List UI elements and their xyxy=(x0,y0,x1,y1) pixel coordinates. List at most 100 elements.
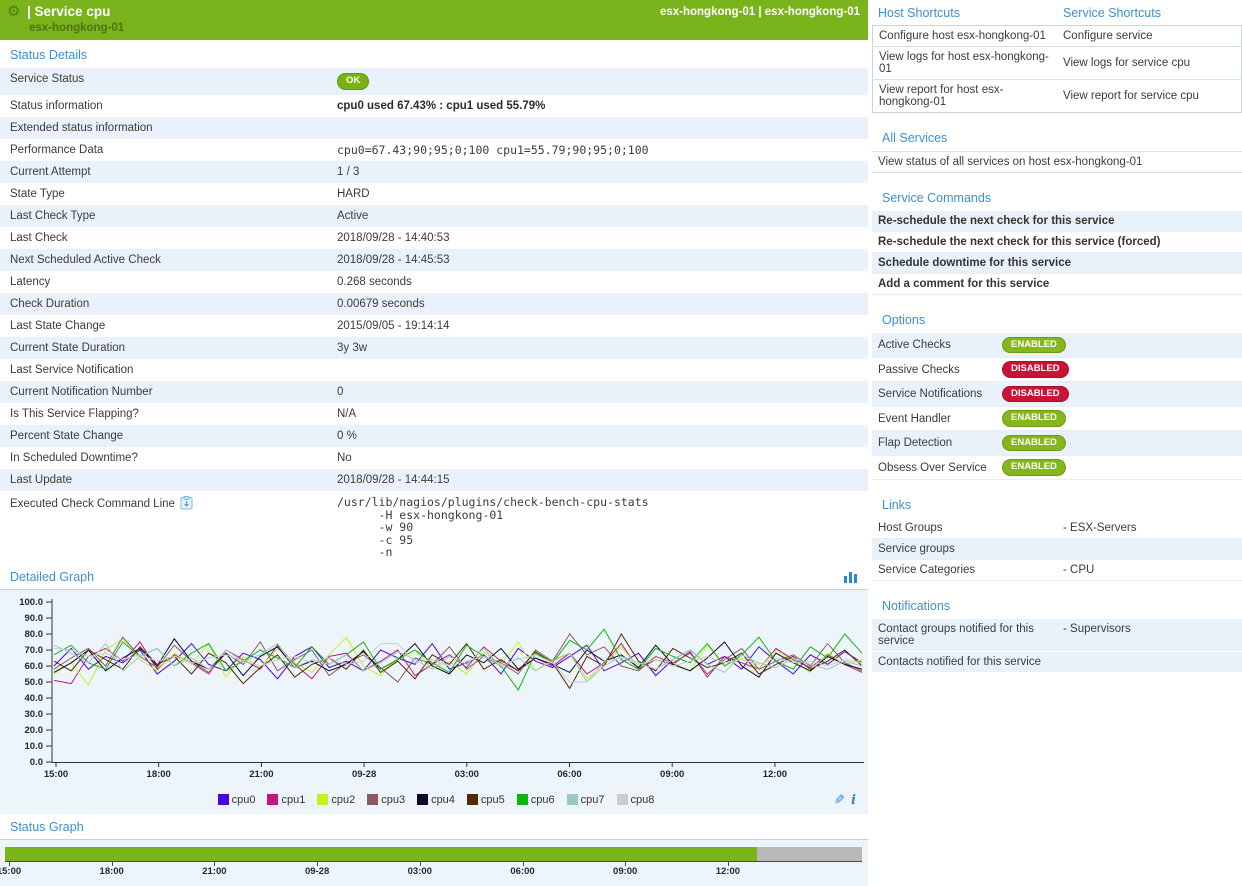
svg-text:80.0: 80.0 xyxy=(25,629,44,640)
service-commands-list: Re-schedule the next check for this serv… xyxy=(872,211,1242,295)
detailed-graph-header: Detailed Graph xyxy=(0,564,868,590)
service-command-link[interactable]: Schedule downtime for this service xyxy=(872,253,1242,274)
legend-icons: ✎i xyxy=(834,792,856,808)
pencil-icon[interactable]: ✎ xyxy=(834,792,845,808)
legend-item-cpu6: cpu6 xyxy=(517,794,555,806)
option-row: Flap DetectionENABLED xyxy=(872,431,1242,456)
svg-text:03:00: 03:00 xyxy=(455,769,479,780)
table-row: Configure host esx-hongkong-01Configure … xyxy=(873,26,1242,47)
row-label: Next Scheduled Active Check xyxy=(0,249,337,271)
service-shortcuts-title: Service Shortcuts xyxy=(1057,0,1242,25)
link-value[interactable]: - CPU xyxy=(1057,560,1242,580)
row-label: Last Check xyxy=(0,227,337,249)
option-row: Active ChecksENABLED xyxy=(872,333,1242,358)
main-panel: ⚙ | Service cpu esx-hongkong-01 esx-hong… xyxy=(0,0,868,886)
host-shortcut-link[interactable]: Configure host esx-hongkong-01 xyxy=(873,26,1058,47)
option-label: Event Handler xyxy=(872,407,1002,431)
row-label: Last Update xyxy=(0,469,337,491)
row-label: Is This Service Flapping? xyxy=(0,403,337,425)
row-label: Last Service Notification xyxy=(0,359,337,381)
axis-tick-label: 15:00 xyxy=(0,866,27,877)
command-label[interactable]: Add a comment for this service xyxy=(872,274,1055,294)
option-state-badge[interactable]: ENABLED xyxy=(1002,435,1066,452)
status-details-title: Status Details xyxy=(0,40,868,68)
gear-icon[interactable]: ⚙ xyxy=(7,4,20,19)
svg-text:30.0: 30.0 xyxy=(25,709,44,720)
svg-text:40.0: 40.0 xyxy=(25,693,44,704)
clipboard-copy-icon[interactable] xyxy=(180,496,193,513)
status-segment-ok xyxy=(5,847,757,861)
service-command-link[interactable]: Re-schedule the next check for this serv… xyxy=(872,232,1242,253)
table-row: Executed Check Command Line/usr/lib/nagi… xyxy=(0,491,868,564)
info-icon[interactable]: i xyxy=(851,793,856,808)
detailed-graph-title: Detailed Graph xyxy=(10,570,94,584)
row-value: No xyxy=(337,447,868,469)
option-state-badge[interactable]: ENABLED xyxy=(1002,337,1066,354)
table-row: Last Check TypeActive xyxy=(0,205,868,227)
row-label: Contacts notified for this service xyxy=(872,652,1057,672)
legend-label: cpu4 xyxy=(431,794,455,806)
svg-text:70.0: 70.0 xyxy=(25,645,44,656)
legend-swatch xyxy=(218,794,229,805)
option-row: Obsess Over ServiceENABLED xyxy=(872,456,1242,481)
row-value: /usr/lib/nagios/plugins/check-bench-cpu-… xyxy=(337,491,868,564)
option-label: Obsess Over Service xyxy=(872,456,1002,480)
legend-label: cpu3 xyxy=(381,794,405,806)
legend-swatch xyxy=(367,794,378,805)
row-label: Executed Check Command Line xyxy=(0,491,337,564)
row-value: 1 / 3 xyxy=(337,161,868,183)
option-state-badge[interactable]: ENABLED xyxy=(1002,459,1066,476)
row-label: Percent State Change xyxy=(0,425,337,447)
row-label: Performance Data xyxy=(0,139,337,162)
svg-text:100.0: 100.0 xyxy=(19,597,43,608)
command-label[interactable]: Re-schedule the next check for this serv… xyxy=(872,211,1120,231)
svg-text:20.0: 20.0 xyxy=(25,725,44,736)
row-value: Active xyxy=(337,205,868,227)
row-value: OK xyxy=(337,68,868,95)
row-label: Extended status information xyxy=(0,117,337,139)
service-shortcut-link[interactable]: Configure service xyxy=(1057,26,1242,47)
option-label: Passive Checks xyxy=(872,358,1002,382)
legend-label: cpu0 xyxy=(232,794,256,806)
command-label[interactable]: Schedule downtime for this service xyxy=(872,253,1077,273)
link-value[interactable]: - ESX-Servers xyxy=(1057,518,1242,538)
notification-value xyxy=(1057,652,1242,672)
row-value: HARD xyxy=(337,183,868,205)
svg-text:09-28: 09-28 xyxy=(352,769,376,780)
detailed-graph-panel[interactable]: 100.090.080.070.060.050.040.030.020.010.… xyxy=(0,590,868,814)
status-timeline-bar[interactable] xyxy=(5,847,862,862)
all-services-link[interactable]: View status of all services on host esx-… xyxy=(872,151,1242,173)
legend-label: cpu2 xyxy=(331,794,355,806)
legend-swatch xyxy=(467,794,478,805)
notification-value[interactable]: - Supervisors xyxy=(1057,619,1242,651)
table-row: Current Attempt1 / 3 xyxy=(0,161,868,183)
service-command-link[interactable]: Add a comment for this service xyxy=(872,274,1242,295)
service-command-link[interactable]: Re-schedule the next check for this serv… xyxy=(872,211,1242,232)
service-commands-title: Service Commands xyxy=(872,183,1242,211)
row-label: In Scheduled Downtime? xyxy=(0,447,337,469)
option-state-badge[interactable]: DISABLED xyxy=(1002,386,1069,403)
legend-label: cpu1 xyxy=(281,794,305,806)
host-shortcut-link[interactable]: View report for host esx-hongkong-01 xyxy=(873,80,1058,113)
detailed-graph-chart[interactable]: 100.090.080.070.060.050.040.030.020.010.… xyxy=(4,594,864,786)
options-list: Active ChecksENABLEDPassive ChecksDISABL… xyxy=(872,333,1242,480)
header-host-breadcrumb[interactable]: esx-hongkong-01 | esx-hongkong-01 xyxy=(660,6,860,18)
row-label: Current State Duration xyxy=(0,337,337,359)
bar-chart-icon[interactable] xyxy=(843,570,858,583)
status-graph-panel[interactable]: 15:0018:0021:0009-2803:0006:0009:0012:00 xyxy=(0,840,868,886)
service-shortcut-link[interactable]: View report for service cpu xyxy=(1057,80,1242,113)
row-value: 2018/09/28 - 14:45:53 xyxy=(337,249,868,271)
option-state-badge[interactable]: DISABLED xyxy=(1002,361,1069,378)
chart-legend: cpu0cpu1cpu2cpu3cpu4cpu5cpu6cpu7cpu8✎i xyxy=(4,791,868,812)
svg-text:0.0: 0.0 xyxy=(30,757,43,768)
legend-label: cpu6 xyxy=(531,794,555,806)
host-shortcut-link[interactable]: View logs for host esx-hongkong-01 xyxy=(873,47,1058,80)
row-value: 0 xyxy=(337,381,868,403)
row-value xyxy=(337,117,868,139)
option-state-badge[interactable]: ENABLED xyxy=(1002,410,1066,427)
legend-swatch xyxy=(517,794,528,805)
service-shortcut-link[interactable]: View logs for service cpu xyxy=(1057,47,1242,80)
option-row: Service NotificationsDISABLED xyxy=(872,382,1242,407)
command-label[interactable]: Re-schedule the next check for this serv… xyxy=(872,232,1166,252)
row-label: Service groups xyxy=(872,539,1057,559)
